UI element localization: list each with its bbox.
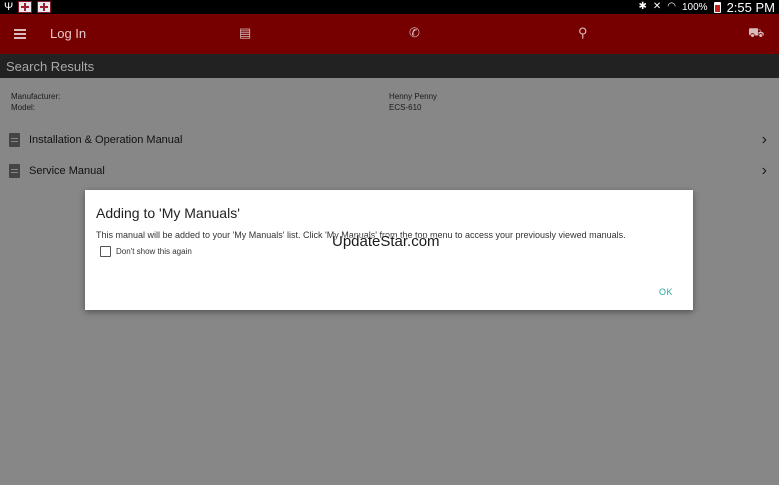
app-notification-icon <box>37 1 52 13</box>
mute-icon: ✕ <box>652 1 662 12</box>
battery-icon <box>713 1 721 13</box>
cart-icon[interactable]: ⛟ <box>748 26 764 40</box>
app-bar: Log In ▤ ✆ ⚲ ⛟ <box>0 14 779 54</box>
search-icon[interactable]: ⚲ <box>578 26 588 40</box>
usb-icon: Ψ <box>4 1 14 13</box>
phone-icon[interactable]: ✆ <box>409 26 420 40</box>
menu-icon[interactable] <box>14 29 26 39</box>
dont-show-label[interactable]: Don't show this again <box>116 247 192 256</box>
app-notification-icon <box>18 1 33 13</box>
chat-icon[interactable]: ▤ <box>239 26 251 40</box>
dialog: Adding to 'My Manuals' This manual will … <box>85 190 693 310</box>
dialog-title: Adding to 'My Manuals' <box>96 205 240 221</box>
bluetooth-icon: ✱ <box>638 1 647 12</box>
wifi-icon: ◠ <box>667 1 676 12</box>
section-header: Search Results <box>0 54 779 78</box>
dont-show-checkbox[interactable] <box>100 246 111 257</box>
page-title: Search Results <box>6 59 95 74</box>
clock: 2:55 PM <box>726 0 775 15</box>
status-bar: Ψ ✱ ✕ ◠ 100% 2:55 PM <box>0 0 779 15</box>
watermark: UpdateStar.com <box>332 233 440 250</box>
battery-percent: 100% <box>682 1 708 13</box>
login-button[interactable]: Log In <box>50 26 86 41</box>
ok-button[interactable]: OK <box>659 287 673 297</box>
